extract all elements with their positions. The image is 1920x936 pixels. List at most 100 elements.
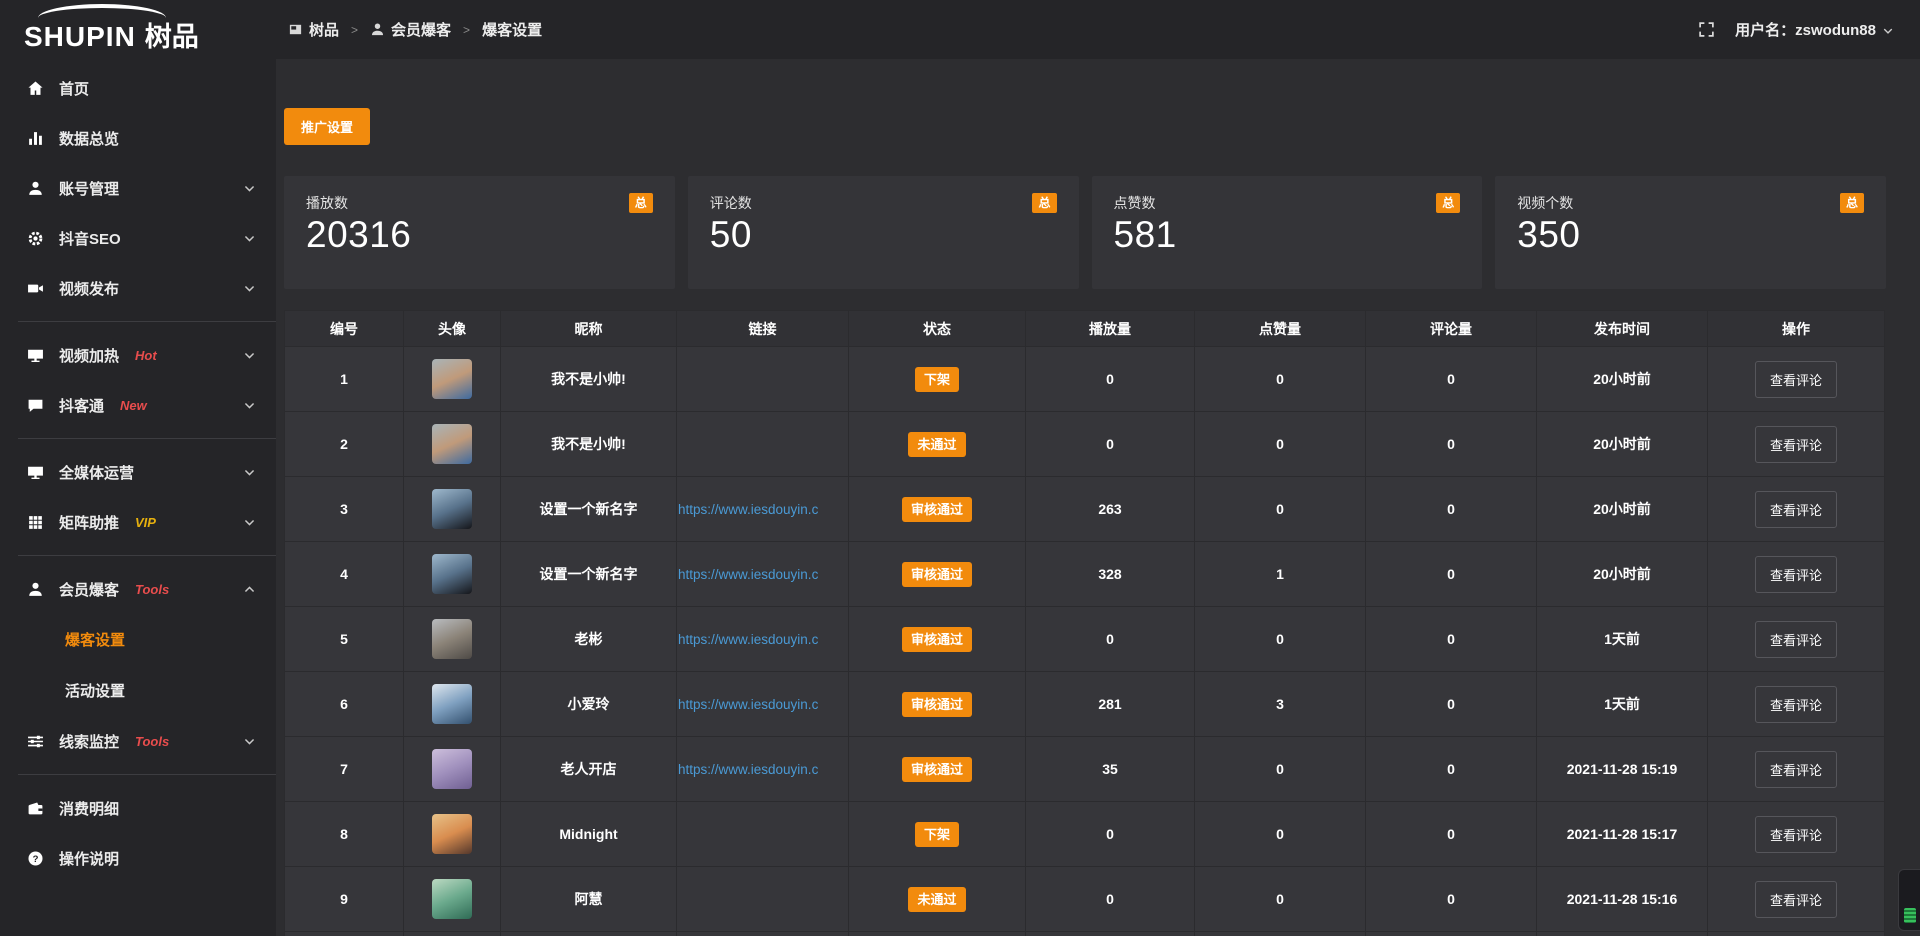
sidebar-subitem-activity-settings[interactable]: 活动设置 bbox=[0, 665, 276, 716]
table-row: 8Midnight下架0002021-11-28 15:17查看评论 bbox=[285, 802, 1885, 867]
breadcrumb-item[interactable]: 爆客设置 bbox=[482, 19, 542, 40]
sidebar-menu: 首页数据总览账号管理抖音SEO视频发布视频加热Hot抖客通New全媒体运营矩阵助… bbox=[0, 63, 276, 883]
chat-icon bbox=[27, 397, 44, 414]
logo-text-en: SHUPIN bbox=[24, 21, 136, 53]
cell-id: 7 bbox=[285, 737, 404, 802]
cell-avatar bbox=[404, 347, 501, 412]
total-badge: 总 bbox=[1436, 193, 1460, 213]
cell-status: 审核通过 bbox=[849, 737, 1026, 802]
cell-empty bbox=[1708, 932, 1885, 936]
chevron-down-icon bbox=[1882, 24, 1894, 36]
sidebar-item-matrix-boost[interactable]: 矩阵助推VIP bbox=[0, 497, 276, 547]
sidebar-item-operation-guide[interactable]: ?操作说明 bbox=[0, 833, 276, 883]
sidebar-item-tag: Tools bbox=[135, 734, 169, 749]
stat-card-value: 50 bbox=[710, 214, 1057, 256]
cell-comments: 0 bbox=[1366, 542, 1537, 607]
fullscreen-icon[interactable] bbox=[1698, 21, 1715, 38]
sidebar-item-consumption-detail[interactable]: 消费明细 bbox=[0, 783, 276, 833]
status-badge: 未通过 bbox=[908, 887, 965, 912]
chevron-down-icon bbox=[243, 349, 256, 362]
view-comments-button[interactable]: 查看评论 bbox=[1755, 816, 1837, 853]
breadcrumb-item[interactable]: 会员爆客 bbox=[370, 19, 451, 40]
view-comments-button[interactable]: 查看评论 bbox=[1755, 881, 1837, 918]
app-root: SHUPIN 树品 树品>会员爆客>爆客设置 用户名：zswodun88 首页数… bbox=[0, 0, 1920, 936]
sidebar-item-label: 矩阵助推 bbox=[59, 512, 119, 533]
sidebar-item-douyin-seo[interactable]: 抖音SEO bbox=[0, 213, 276, 263]
bar-chart-icon bbox=[27, 130, 44, 147]
videos-table: 编号头像昵称链接状态播放量点赞量评论量发布时间操作 1我不是小帅!下架00020… bbox=[284, 310, 1885, 936]
stat-card-label: 播放数 bbox=[306, 193, 348, 213]
video-link[interactable]: https://www.iesdouyin.c bbox=[678, 567, 818, 582]
cell-status: 未通过 bbox=[849, 412, 1026, 477]
sidebar-item-account-management[interactable]: 账号管理 bbox=[0, 163, 276, 213]
cell-empty bbox=[404, 932, 501, 936]
cell-likes: 0 bbox=[1195, 607, 1366, 672]
breadcrumb-item[interactable]: 树品 bbox=[288, 19, 339, 40]
sidebar-item-clue-monitor[interactable]: 线索监控Tools bbox=[0, 716, 276, 766]
avatar bbox=[432, 424, 472, 464]
cell-avatar bbox=[404, 542, 501, 607]
stat-card: 点赞数总581 bbox=[1092, 176, 1483, 289]
cell-action: 查看评论 bbox=[1708, 607, 1885, 672]
cell-link bbox=[677, 347, 849, 412]
cell-comments: 0 bbox=[1366, 607, 1537, 672]
promo-settings-button[interactable]: 推广设置 bbox=[284, 108, 370, 145]
view-comments-button[interactable]: 查看评论 bbox=[1755, 686, 1837, 723]
cell-nickname: 我不是小帅! bbox=[501, 347, 677, 412]
floating-support-widget[interactable] bbox=[1898, 869, 1920, 931]
video-link[interactable]: https://www.iesdouyin.c bbox=[678, 697, 818, 712]
cell-nickname: 阿慧 bbox=[501, 867, 677, 932]
cell-time: 1天前 bbox=[1537, 672, 1708, 737]
cell-action: 查看评论 bbox=[1708, 672, 1885, 737]
cell-id: 3 bbox=[285, 477, 404, 542]
support-widget-icon bbox=[1904, 908, 1916, 923]
user-menu[interactable]: 用户名：zswodun88 bbox=[1735, 19, 1894, 40]
cell-avatar bbox=[404, 672, 501, 737]
view-comments-button[interactable]: 查看评论 bbox=[1755, 426, 1837, 463]
status-badge: 下架 bbox=[915, 822, 959, 847]
video-camera-icon bbox=[27, 280, 44, 297]
cell-likes: 0 bbox=[1195, 412, 1366, 477]
cell-link bbox=[677, 802, 849, 867]
cell-time: 2021-11-28 15:17 bbox=[1537, 802, 1708, 867]
sidebar-divider bbox=[18, 774, 276, 775]
sidebar-item-video-publish[interactable]: 视频发布 bbox=[0, 263, 276, 313]
avatar bbox=[432, 814, 472, 854]
view-comments-button[interactable]: 查看评论 bbox=[1755, 621, 1837, 658]
sidebar-item-data-overview[interactable]: 数据总览 bbox=[0, 113, 276, 163]
logo-text-cn: 树品 bbox=[145, 15, 199, 54]
cell-nickname: 老人开店 bbox=[501, 737, 677, 802]
cell-id: 4 bbox=[285, 542, 404, 607]
video-link[interactable]: https://www.iesdouyin.c bbox=[678, 502, 818, 517]
video-link[interactable]: https://www.iesdouyin.c bbox=[678, 762, 818, 777]
table-row: 9阿慧未通过0002021-11-28 15:16查看评论 bbox=[285, 867, 1885, 932]
sidebar-item-home[interactable]: 首页 bbox=[0, 63, 276, 113]
table-header-cell: 点赞量 bbox=[1195, 311, 1366, 347]
grid-icon bbox=[27, 514, 44, 531]
sidebar-item-video-heating[interactable]: 视频加热Hot bbox=[0, 330, 276, 380]
view-comments-button[interactable]: 查看评论 bbox=[1755, 556, 1837, 593]
status-badge: 审核通过 bbox=[902, 757, 972, 782]
table-row: 5老彬https://www.iesdouyin.c审核通过0001天前查看评论 bbox=[285, 607, 1885, 672]
cell-comments: 0 bbox=[1366, 867, 1537, 932]
top-bar: SHUPIN 树品 树品>会员爆客>爆客设置 用户名：zswodun88 bbox=[0, 0, 1920, 59]
user-icon bbox=[370, 22, 385, 37]
cell-status: 未通过 bbox=[849, 867, 1026, 932]
view-comments-button[interactable]: 查看评论 bbox=[1755, 751, 1837, 788]
sidebar-item-label: 视频加热 bbox=[59, 345, 119, 366]
view-comments-button[interactable]: 查看评论 bbox=[1755, 361, 1837, 398]
cell-action: 查看评论 bbox=[1708, 347, 1885, 412]
cell-empty bbox=[1026, 932, 1195, 936]
view-comments-button[interactable]: 查看评论 bbox=[1755, 491, 1837, 528]
sidebar-item-member-baoke[interactable]: 会员爆客Tools bbox=[0, 564, 276, 614]
sidebar-item-douketong[interactable]: 抖客通New bbox=[0, 380, 276, 430]
sidebar-item-omni-media[interactable]: 全媒体运营 bbox=[0, 447, 276, 497]
app-logo: SHUPIN 树品 bbox=[24, 15, 199, 54]
cell-comments: 0 bbox=[1366, 737, 1537, 802]
chevron-down-icon bbox=[243, 735, 256, 748]
cell-action: 查看评论 bbox=[1708, 737, 1885, 802]
video-link[interactable]: https://www.iesdouyin.c bbox=[678, 632, 818, 647]
sidebar-subitem-baoke-settings[interactable]: 爆客设置 bbox=[0, 614, 276, 665]
cell-empty bbox=[1195, 932, 1366, 936]
cell-likes: 1 bbox=[1195, 542, 1366, 607]
